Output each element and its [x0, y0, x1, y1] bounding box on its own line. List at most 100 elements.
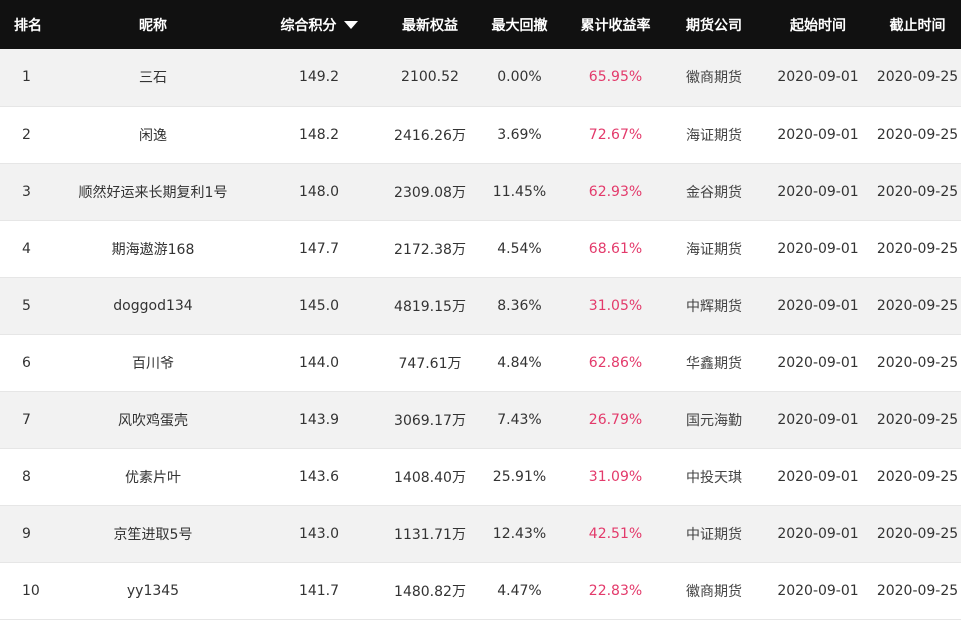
table-row[interactable]: 7 风吹鸡蛋壳 143.9 3069.17万 7.43% 26.79% 国元海勤 2020-0… [0, 391, 961, 449]
score-cell: 148.2 [252, 106, 386, 164]
score-cell: 141.7 [252, 562, 386, 620]
header-end[interactable]: 截止时间 [874, 0, 961, 49]
drawdown-cell: 12.43% [474, 505, 565, 563]
start-date-cell: 2020-09-01 [762, 163, 874, 221]
table-row[interactable]: 1 三石 149.2 2100.52 0.00% 65.95% 徽商期货 2020-09-01… [0, 49, 961, 107]
equity-cell: 1408.40万 [386, 448, 474, 506]
score-cell: 144.0 [252, 334, 386, 392]
score-cell: 143.0 [252, 505, 386, 563]
return-rate-cell: 72.67% [565, 106, 666, 164]
table-row[interactable]: 9 京笙进取5号 143.0 1131.71万 12.43% 42.51% 中证期货 2020… [0, 505, 961, 563]
start-date-cell: 2020-09-01 [762, 562, 874, 620]
score-cell: 143.9 [252, 391, 386, 449]
return-rate-cell: 31.09% [565, 448, 666, 506]
rank-cell: 7 [0, 391, 54, 449]
end-date-cell: 2020-09-25 [874, 49, 961, 107]
score-cell: 149.2 [252, 49, 386, 107]
return-rate-cell: 42.51% [565, 505, 666, 563]
header-drawdown[interactable]: 最大回撤 [474, 0, 565, 49]
nickname-cell[interactable]: doggod134 [54, 277, 252, 335]
rank-cell: 4 [0, 220, 54, 278]
nickname-cell[interactable]: 闲逸 [54, 106, 252, 164]
drawdown-cell: 4.84% [474, 334, 565, 392]
equity-cell: 2309.08万 [386, 163, 474, 221]
table-row[interactable]: 3 顺然好运来长期复利1号 148.0 2309.08万 11.45% 62.93% 金谷期… [0, 163, 961, 221]
drawdown-cell: 4.54% [474, 220, 565, 278]
table-row[interactable]: 2 闲逸 148.2 2416.26万 3.69% 72.67% 海证期货 2020-09-0… [0, 106, 961, 164]
company-cell: 国元海勤 [666, 391, 762, 449]
drawdown-cell: 25.91% [474, 448, 565, 506]
drawdown-cell: 4.47% [474, 562, 565, 620]
table-row[interactable]: 6 百川爷 144.0 747.61万 4.84% 62.86% 华鑫期货 2020-09-0… [0, 334, 961, 392]
end-date-cell: 2020-09-25 [874, 505, 961, 563]
triangle-down-icon[interactable] [343, 20, 358, 29]
nickname-cell[interactable]: 百川爷 [54, 334, 252, 392]
score-cell: 143.6 [252, 448, 386, 506]
company-cell: 海证期货 [666, 220, 762, 278]
nickname-cell[interactable]: 三石 [54, 49, 252, 107]
company-cell: 中投天琪 [666, 448, 762, 506]
table-row[interactable]: 4 期海遨游168 147.7 2172.38万 4.54% 68.61% 海证期货 2020… [0, 220, 961, 278]
end-date-cell: 2020-09-25 [874, 106, 961, 164]
header-return-rate[interactable]: 累计收益率 [565, 0, 666, 49]
start-date-cell: 2020-09-01 [762, 49, 874, 107]
rank-cell: 9 [0, 505, 54, 563]
nickname-cell[interactable]: 优素片叶 [54, 448, 252, 506]
header-score-label: 综合积分 [280, 17, 337, 34]
return-rate-cell: 62.93% [565, 163, 666, 221]
rank-cell: 2 [0, 106, 54, 164]
header-company[interactable]: 期货公司 [666, 0, 762, 49]
rank-cell: 10 [0, 562, 54, 620]
header-equity[interactable]: 最新权益 [386, 0, 474, 49]
company-cell: 徽商期货 [666, 49, 762, 107]
header-nickname[interactable]: 昵称 [54, 0, 252, 49]
table-body: 1 三石 149.2 2100.52 0.00% 65.95% 徽商期货 2020-09-01… [0, 49, 961, 620]
end-date-cell: 2020-09-25 [874, 334, 961, 392]
nickname-cell[interactable]: 京笙进取5号 [54, 505, 252, 563]
start-date-cell: 2020-09-01 [762, 106, 874, 164]
start-date-cell: 2020-09-01 [762, 334, 874, 392]
nickname-cell[interactable]: 风吹鸡蛋壳 [54, 391, 252, 449]
company-cell: 金谷期货 [666, 163, 762, 221]
start-date-cell: 2020-09-01 [762, 505, 874, 563]
drawdown-cell: 8.36% [474, 277, 565, 335]
company-cell: 华鑫期货 [666, 334, 762, 392]
start-date-cell: 2020-09-01 [762, 220, 874, 278]
score-cell: 147.7 [252, 220, 386, 278]
return-rate-cell: 65.95% [565, 49, 666, 107]
return-rate-cell: 68.61% [565, 220, 666, 278]
end-date-cell: 2020-09-25 [874, 562, 961, 620]
nickname-cell[interactable]: yy1345 [54, 562, 252, 620]
company-cell: 中证期货 [666, 505, 762, 563]
equity-cell: 2100.52 [386, 49, 474, 107]
equity-cell: 3069.17万 [386, 391, 474, 449]
table-row[interactable]: 8 优素片叶 143.6 1408.40万 25.91% 31.09% 中投天琪 2020-0… [0, 448, 961, 506]
rank-cell: 5 [0, 277, 54, 335]
nickname-cell[interactable]: 顺然好运来长期复利1号 [54, 163, 252, 221]
table-header-row: 排名 昵称 综合积分 最新权益 最大回撤 累计收益率 期货公司 起始时间 截止时… [0, 0, 961, 49]
drawdown-cell: 11.45% [474, 163, 565, 221]
equity-cell: 2416.26万 [386, 106, 474, 164]
header-start[interactable]: 起始时间 [762, 0, 874, 49]
rank-cell: 1 [0, 49, 54, 107]
return-rate-cell: 31.05% [565, 277, 666, 335]
drawdown-cell: 3.69% [474, 106, 565, 164]
score-cell: 145.0 [252, 277, 386, 335]
end-date-cell: 2020-09-25 [874, 220, 961, 278]
nickname-cell[interactable]: 期海遨游168 [54, 220, 252, 278]
drawdown-cell: 7.43% [474, 391, 565, 449]
start-date-cell: 2020-09-01 [762, 448, 874, 506]
header-rank[interactable]: 排名 [0, 0, 54, 49]
score-cell: 148.0 [252, 163, 386, 221]
rank-cell: 8 [0, 448, 54, 506]
header-score[interactable]: 综合积分 [252, 0, 386, 49]
table-row[interactable]: 10 yy1345 141.7 1480.82万 4.47% 22.83% 徽商期货 2020… [0, 562, 961, 620]
return-rate-cell: 22.83% [565, 562, 666, 620]
end-date-cell: 2020-09-25 [874, 448, 961, 506]
company-cell: 中辉期货 [666, 277, 762, 335]
table-row[interactable]: 5 doggod134 145.0 4819.15万 8.36% 31.05% 中辉期货 20… [0, 277, 961, 335]
rank-cell: 3 [0, 163, 54, 221]
equity-cell: 4819.15万 [386, 277, 474, 335]
return-rate-cell: 26.79% [565, 391, 666, 449]
end-date-cell: 2020-09-25 [874, 277, 961, 335]
